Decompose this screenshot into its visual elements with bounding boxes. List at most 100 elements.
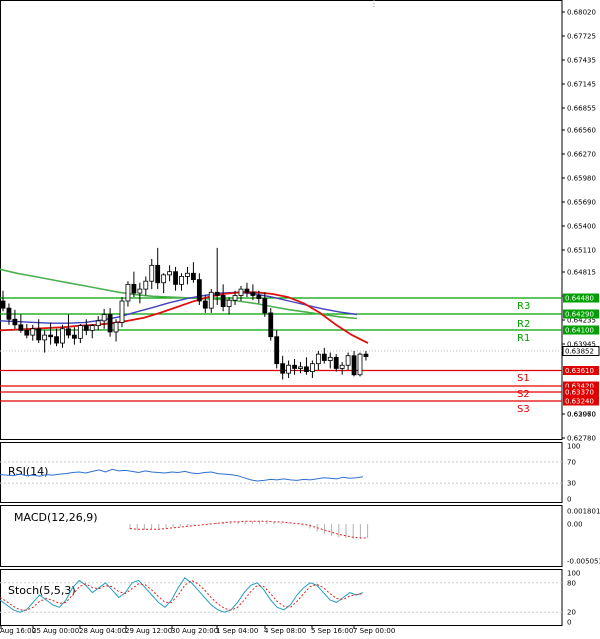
- candle-body: [143, 280, 149, 290]
- candle-body: [220, 295, 226, 307]
- time-tick-label: 5 Sep 16:00: [311, 627, 353, 635]
- candle-body: [12, 318, 18, 326]
- price-tick-label: 0.66855: [567, 105, 596, 113]
- level-tag-text: 0.64290: [565, 311, 594, 319]
- price-tick-label: 0.67145: [567, 81, 596, 89]
- candle-body: [113, 322, 119, 333]
- candle-body: [155, 264, 161, 284]
- candle-body: [202, 300, 208, 309]
- candle-body: [280, 363, 286, 374]
- price-tick-label: 0.67725: [567, 33, 596, 41]
- price-tick-label: 0.66270: [567, 151, 596, 159]
- pane-frames: [0, 0, 563, 626]
- time-tick-label: 28 Aug 04:00: [79, 627, 126, 635]
- stoch-title: Stoch(5,5,3): [8, 584, 76, 597]
- candle-body: [298, 366, 303, 369]
- candle-body: [54, 336, 59, 344]
- candle-body: [315, 353, 321, 365]
- rsi-tick-label: 70: [567, 458, 576, 466]
- candle-body: [304, 366, 309, 373]
- candle-body: [149, 264, 155, 282]
- macd-tick-label: 0.001801: [567, 508, 600, 516]
- level-label-r1: R1: [517, 333, 530, 344]
- price-tick-label: 0.66560: [567, 127, 596, 135]
- level-label-r3: R3: [517, 301, 530, 312]
- candle-body: [72, 334, 77, 339]
- candle-body: [48, 334, 53, 338]
- time-tick-label: 7 Sep 00:00: [353, 627, 395, 635]
- stoch-tick-label: 100: [567, 570, 580, 578]
- forex-chart: R3 R2 R1 S1 S2 S3 0.68020 0.67725 0.67435 0.6714…: [0, 0, 600, 635]
- candle-body: [0, 300, 6, 309]
- macd-title: MACD(12,26,9): [14, 511, 98, 524]
- price-tick-label: 0.63070: [567, 411, 596, 419]
- level-tag-text: 0.64100: [565, 327, 594, 335]
- candle-body: [286, 364, 292, 374]
- macd-tick-label: -0.005053: [567, 558, 600, 566]
- pivot-tag-text: 0.63610: [565, 367, 594, 375]
- candle-body: [161, 274, 167, 284]
- candle-body: [107, 314, 113, 333]
- candle-body: [6, 307, 12, 320]
- level-label-r2: R2: [517, 319, 530, 330]
- time-tick-label: Aug 16:00: [0, 627, 36, 635]
- candle-body: [256, 295, 262, 300]
- candle-body: [327, 356, 333, 361]
- candle-body: [250, 291, 256, 296]
- price-tick-label: 0.68020: [567, 9, 596, 17]
- candle-body: [268, 312, 274, 338]
- stoch-tick-label: 0: [567, 619, 571, 627]
- level-label-s3: S3: [517, 404, 530, 415]
- time-tick-label: 4 Sep 08:00: [264, 627, 306, 635]
- candle-body: [196, 279, 202, 302]
- candle-body: [60, 328, 65, 344]
- candle-body: [101, 314, 107, 322]
- level-label-s2: S2: [517, 389, 530, 400]
- candle-body: [167, 271, 173, 276]
- candle-body: [190, 272, 196, 281]
- candle-body: [232, 295, 238, 301]
- price-tags: 0.644800.642900.641000.634200.633700.632…: [562, 293, 600, 406]
- candle-body: [95, 320, 101, 327]
- candle-body: [226, 299, 232, 307]
- pane-frame: [0, 569, 563, 626]
- candle-body: [208, 291, 214, 309]
- candle-body: [18, 324, 24, 331]
- time-tick-label: 25 Aug 00:00: [32, 627, 79, 635]
- candle: [357, 352, 363, 377]
- candle-body: [339, 364, 345, 369]
- level-tag-text: 0.63370: [565, 389, 594, 397]
- time-tick-label: 30 Aug 20:00: [171, 627, 218, 635]
- candle: [268, 308, 274, 341]
- price-tick-label: 0.64815: [567, 269, 596, 277]
- candle-body: [321, 353, 327, 361]
- candle-body: [42, 334, 48, 341]
- candle-body: [24, 329, 30, 336]
- candle-body: [363, 353, 369, 357]
- current-price-text: 0.63852: [565, 348, 594, 356]
- candle-body: [357, 353, 363, 376]
- candle-body: [214, 291, 220, 296]
- price-axis: 0.68020 0.67725 0.67435 0.67145 0.66855 0.665…: [562, 9, 596, 443]
- price-tick-label: 0.65400: [567, 223, 596, 231]
- stoch-tick-label: 20: [567, 609, 576, 617]
- candle: [119, 297, 125, 328]
- candle-body: [137, 288, 143, 294]
- candle-body: [119, 300, 125, 323]
- candle-body: [77, 325, 83, 339]
- candle-body: [66, 328, 71, 336]
- price-tick-label: 0.67435: [567, 57, 596, 65]
- price-tick-label: 0.65110: [567, 247, 596, 255]
- price-tick-label: 0.62780: [567, 435, 596, 443]
- price-tick-label: 0.65690: [567, 199, 596, 207]
- pane-frame: [0, 0, 563, 440]
- candle-body: [173, 271, 178, 285]
- candle-body: [274, 336, 280, 365]
- candle-body: [125, 283, 131, 302]
- candle-body: [333, 356, 339, 369]
- level-tag-text: 0.64480: [565, 295, 594, 303]
- candle-body: [83, 325, 89, 331]
- candle-body: [351, 355, 357, 376]
- candle-body: [262, 298, 268, 314]
- candle-body: [89, 325, 95, 331]
